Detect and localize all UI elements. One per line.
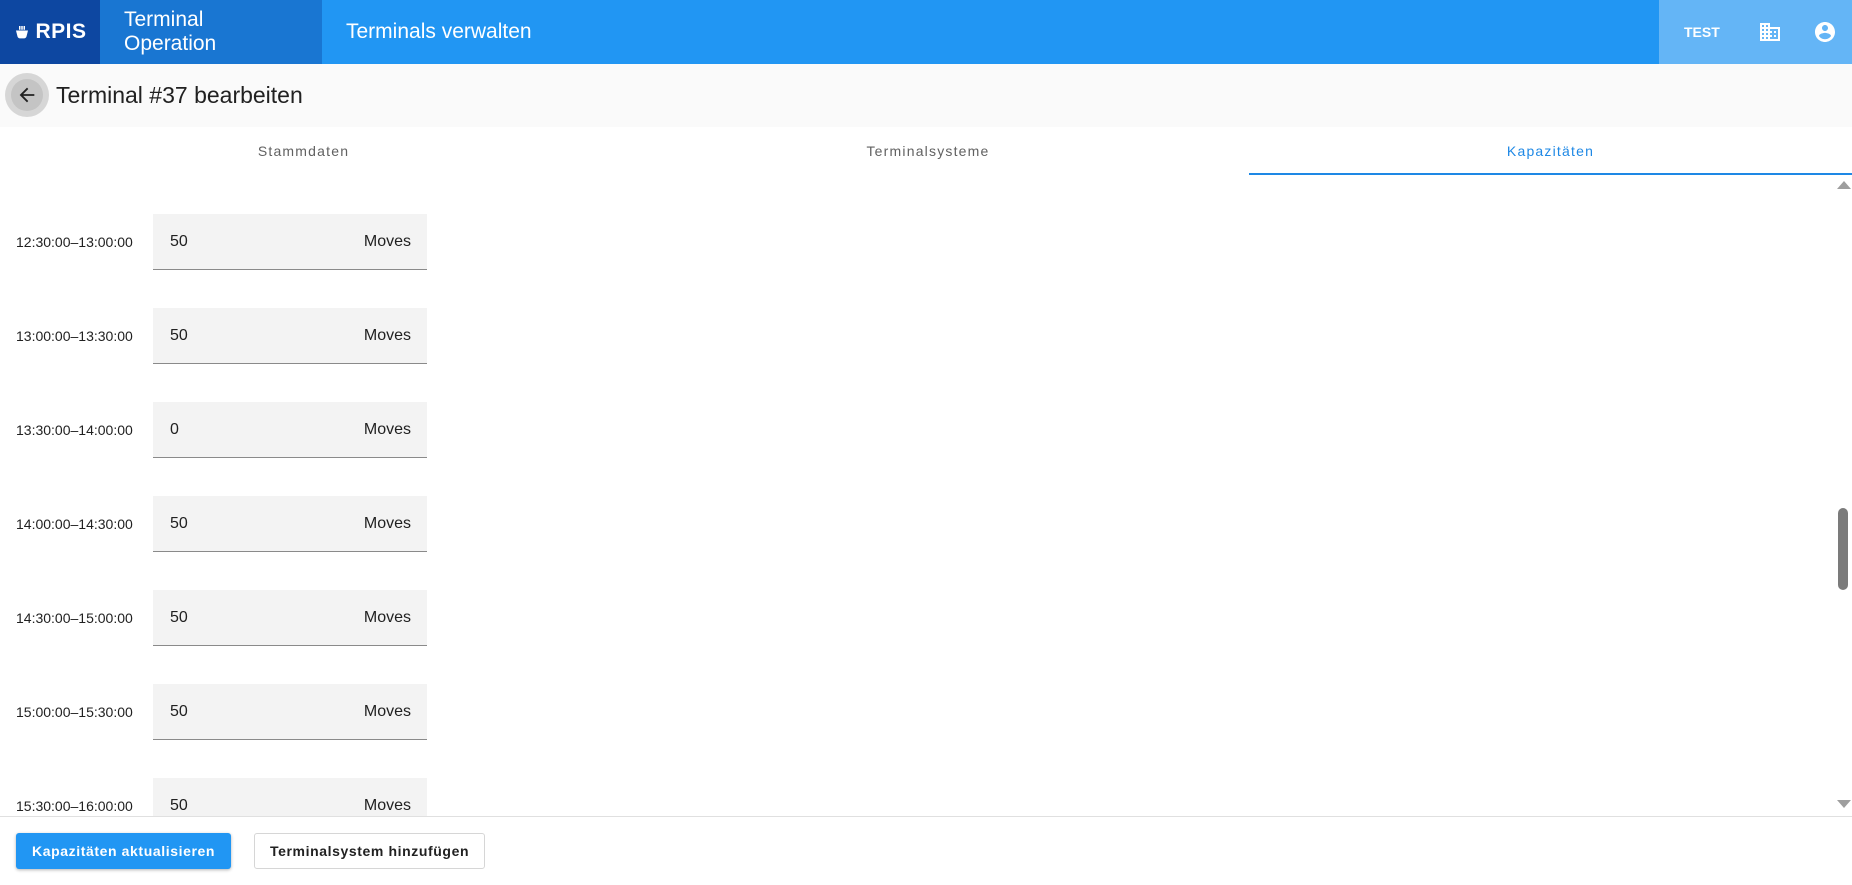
capacity-value[interactable]: 50 xyxy=(170,778,188,816)
app-logo[interactable]: RPIS xyxy=(0,0,100,64)
capacity-input[interactable]: 50 Moves xyxy=(153,590,427,646)
capacity-input[interactable]: 50 Moves xyxy=(153,308,427,364)
account-button[interactable] xyxy=(1797,0,1852,64)
capacity-list: 12:30:00–13:00:00 50 Moves 13:00:00–13:3… xyxy=(0,175,1852,816)
update-capacities-button[interactable]: Kapazitäten aktualisieren xyxy=(16,833,232,869)
arrow-back-icon xyxy=(19,87,35,103)
time-range-label: 15:30:00–16:00:00 xyxy=(16,798,133,814)
time-range-label: 14:00:00–14:30:00 xyxy=(16,516,133,532)
nav-terminals-verwalten[interactable]: Terminals verwalten xyxy=(322,0,556,64)
scroll-up-arrow-icon[interactable] xyxy=(1837,181,1851,189)
tab-terminalsysteme-label: Terminalsysteme xyxy=(866,143,990,159)
capacity-value[interactable]: 50 xyxy=(170,590,188,645)
tab-kapazitaeten[interactable]: Kapazitäten xyxy=(1249,127,1852,175)
capacity-input[interactable]: 50 Moves xyxy=(153,496,427,552)
app-bar: RPIS Terminal Operation Terminals verwal… xyxy=(0,0,1852,64)
capacity-input[interactable]: 50 Moves xyxy=(153,778,427,816)
capacity-unit: Moves xyxy=(363,703,411,720)
ship-icon xyxy=(16,26,29,39)
capacity-value[interactable]: 50 xyxy=(170,308,188,363)
footer-actions: Kapazitäten aktualisieren Terminalsystem… xyxy=(0,816,1852,885)
back-button-inner xyxy=(11,79,43,111)
scroll-down-arrow-icon[interactable] xyxy=(1837,800,1851,808)
page-header: Terminal #37 bearbeiten xyxy=(0,64,1852,127)
time-range-label: 13:30:00–14:00:00 xyxy=(16,422,133,438)
tab-terminalsysteme[interactable]: Terminalsysteme xyxy=(607,127,1249,175)
capacity-unit: Moves xyxy=(363,797,411,814)
add-terminal-system-button[interactable]: Terminalsystem hinzufügen xyxy=(254,833,486,869)
nav-terminals-verwalten-label: Terminals verwalten xyxy=(346,20,532,43)
capacity-unit: Moves xyxy=(363,327,411,344)
capacity-input[interactable]: 50 Moves xyxy=(153,214,427,270)
capacity-input[interactable]: 50 Moves xyxy=(153,684,427,740)
capacity-unit: Moves xyxy=(363,233,411,250)
environment-label: TEST xyxy=(1684,24,1720,40)
logo-text: RPIS xyxy=(35,20,87,43)
time-range-label: 14:30:00–15:00:00 xyxy=(16,610,133,626)
time-range-label: 15:00:00–15:30:00 xyxy=(16,704,133,720)
capacity-unit: Moves xyxy=(363,515,411,532)
appbar-actions: TEST xyxy=(1659,0,1852,64)
time-range-label: 13:00:00–13:30:00 xyxy=(16,328,133,344)
back-button[interactable] xyxy=(5,73,49,117)
tab-kapazitaeten-label: Kapazitäten xyxy=(1506,143,1595,159)
scrollbar-thumb[interactable] xyxy=(1838,508,1848,590)
capacity-input[interactable]: 0 Moves xyxy=(153,402,427,458)
nav-terminal-operation[interactable]: Terminal Operation xyxy=(100,0,322,64)
building-icon xyxy=(1759,23,1780,41)
capacity-value[interactable]: 0 xyxy=(170,402,179,457)
content-scrollbar[interactable] xyxy=(1834,175,1852,816)
nav-terminal-operation-label: Terminal Operation xyxy=(124,8,217,55)
organization-button[interactable] xyxy=(1743,0,1798,64)
tab-stammdaten[interactable]: Stammdaten xyxy=(0,127,607,175)
capacity-value[interactable]: 50 xyxy=(170,684,188,739)
capacity-value[interactable]: 50 xyxy=(170,496,188,551)
page-title: Terminal #37 bearbeiten xyxy=(56,82,303,108)
time-range-label: 12:30:00–13:00:00 xyxy=(16,234,133,250)
tab-stammdaten-label: Stammdaten xyxy=(257,143,350,159)
account-circle-icon xyxy=(1814,22,1835,42)
capacity-value[interactable]: 50 xyxy=(170,214,188,269)
capacity-unit: Moves xyxy=(363,421,411,438)
capacity-unit: Moves xyxy=(363,609,411,626)
tab-bar: Stammdaten Terminalsysteme Kapazitäten xyxy=(0,127,1852,175)
